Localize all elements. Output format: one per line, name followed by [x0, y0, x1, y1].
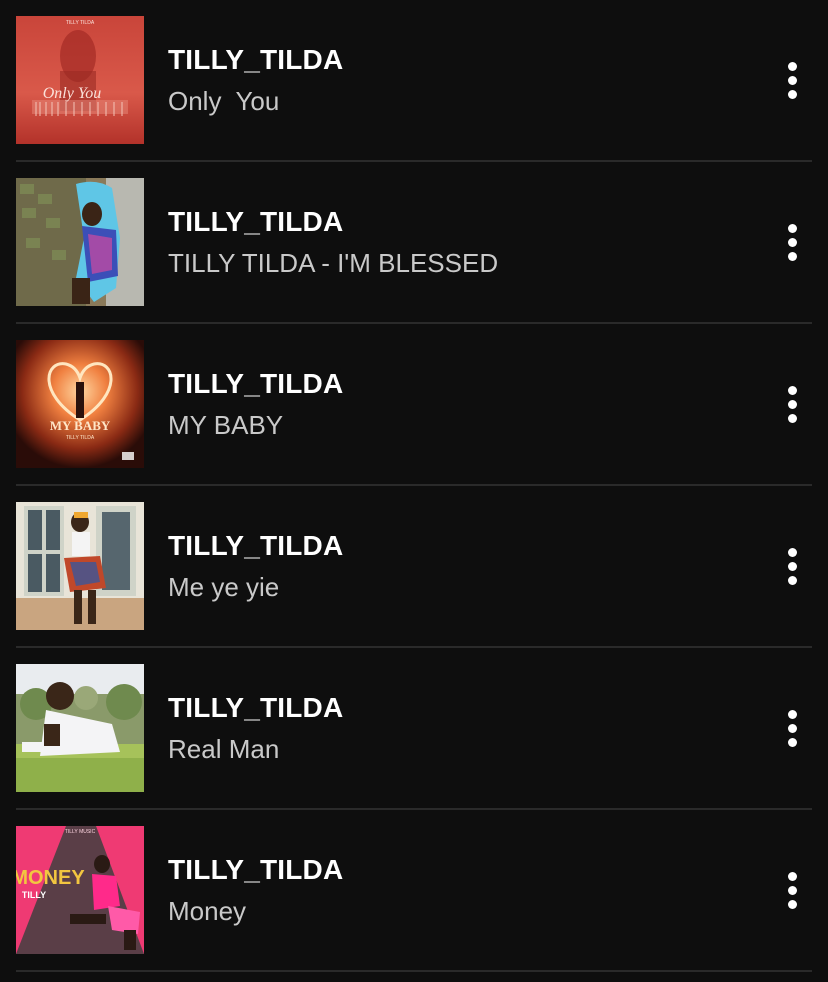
album-cover-my-baby: MY BABY TILLY TILDA [16, 340, 144, 468]
more-options-button[interactable] [770, 864, 814, 916]
artist-name: TILLY_TILDA [168, 530, 344, 561]
album-cover-im-blessed [16, 178, 144, 306]
track-list: TILLY TILDA Only You TILLY_TILDA Only Yo… [0, 0, 828, 982]
divider [16, 970, 812, 972]
song-title: Real Man [168, 734, 280, 764]
more-options-button[interactable] [770, 216, 814, 268]
more-vertical-icon [787, 61, 797, 71]
more-options-button[interactable] [770, 54, 814, 106]
more-vertical-icon [787, 385, 797, 395]
cover-title-text: Only You [43, 85, 102, 102]
artist-name: TILLY_TILDA [168, 692, 344, 723]
artist-name: TILLY_TILDA [168, 854, 344, 885]
artist-name: TILLY_TILDA [168, 368, 344, 399]
more-vertical-icon [787, 547, 797, 557]
more-vertical-icon [787, 223, 797, 233]
song-title: Me ye yie [168, 572, 280, 602]
track-row[interactable]: TILLY_TILDA Real Man [0, 648, 828, 810]
song-title: TILLY TILDA - I'M BLESSED [168, 248, 499, 278]
cover-top-text: TILLY MUSIC [65, 829, 96, 835]
album-cover-me-ye-yie [16, 502, 144, 630]
cover-top-text: TILLY TILDA [66, 20, 95, 26]
more-options-button[interactable] [770, 702, 814, 754]
track-row[interactable]: TILLY MUSIC MONEY TILLY TILLY_TILDA Mone… [0, 810, 828, 972]
more-vertical-icon [787, 871, 797, 881]
cover-sub-text: TILLY [22, 890, 46, 900]
artist-name: TILLY_TILDA [168, 206, 344, 237]
track-row[interactable]: TILLY_TILDA TILLY TILDA - I'M BLESSED [0, 162, 828, 324]
more-options-button[interactable] [770, 540, 814, 592]
album-art-image: MY BABY TILLY TILDA [16, 340, 144, 468]
album-cover-money: TILLY MUSIC MONEY TILLY [16, 826, 144, 954]
album-art-image: TILLY MUSIC MONEY TILLY [16, 826, 144, 954]
cover-title-text: MONEY [16, 867, 85, 889]
song-title: MY BABY [168, 410, 284, 440]
album-art-image [16, 178, 144, 306]
album-cover-real-man [16, 664, 144, 792]
track-row[interactable]: MY BABY TILLY TILDA TILLY_TILDA MY BABY [0, 324, 828, 486]
song-title: Money [168, 896, 247, 926]
cover-title-text: MY BABY [50, 418, 111, 433]
song-title: Only You [168, 86, 280, 116]
album-art-image [16, 664, 144, 792]
more-options-button[interactable] [770, 378, 814, 430]
track-row[interactable]: TILLY_TILDA Me ye yie [0, 486, 828, 648]
cover-sub-text: TILLY TILDA [66, 435, 95, 441]
album-art-image [16, 502, 144, 630]
more-vertical-icon [787, 709, 797, 719]
album-art-image: TILLY TILDA Only You [16, 16, 144, 144]
album-cover-only-you: TILLY TILDA Only You [16, 16, 144, 144]
track-row[interactable]: TILLY TILDA Only You TILLY_TILDA Only Yo… [0, 0, 828, 162]
artist-name: TILLY_TILDA [168, 44, 344, 75]
